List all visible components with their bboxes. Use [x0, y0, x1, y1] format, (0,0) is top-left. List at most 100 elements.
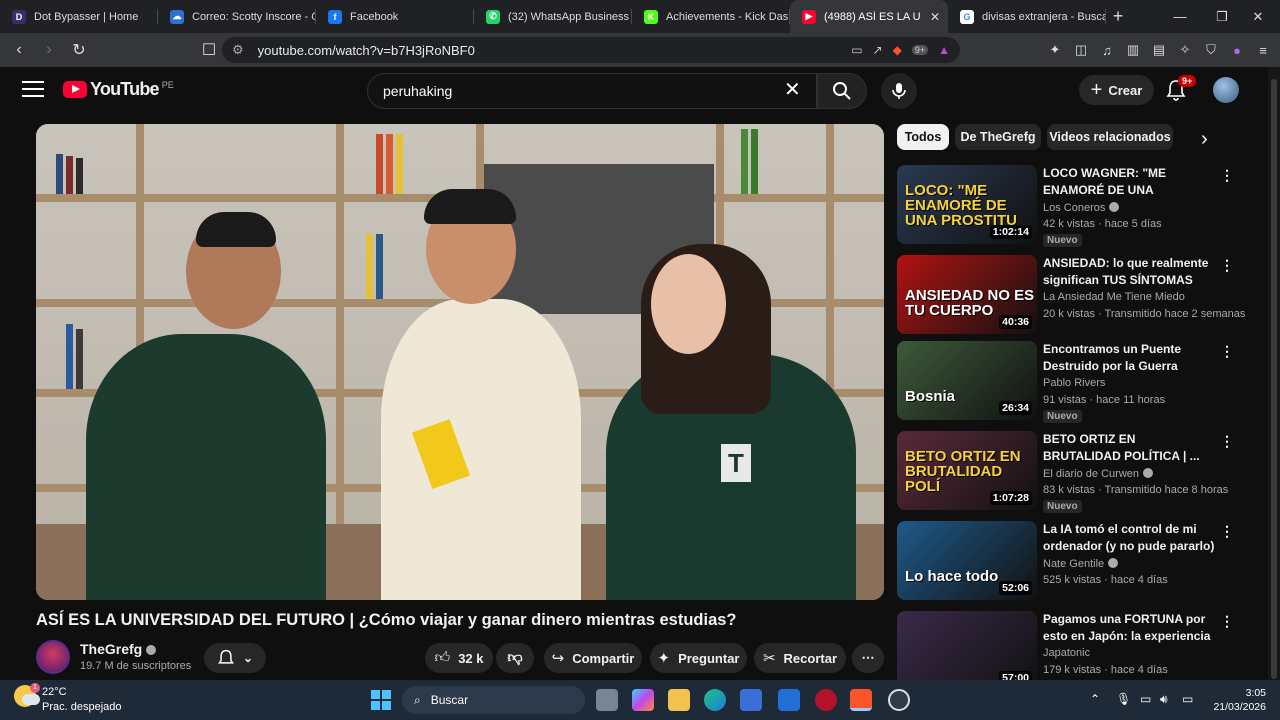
related-channel[interactable]: Pablo Rivers — [1043, 377, 1105, 389]
screenshot-icon[interactable]: ◫ — [1072, 42, 1090, 58]
wallet-icon[interactable]: ▤ — [1150, 42, 1168, 58]
rewards-icon[interactable]: ▲ — [938, 43, 950, 57]
brave-icon[interactable] — [850, 689, 872, 711]
chip-todos[interactable]: Todos — [897, 124, 949, 150]
more-vertical-icon[interactable]: ⋮ — [1220, 167, 1234, 184]
browser-tab[interactable]: ▶ (4988) ASÍ ES LA U ✕ — [790, 0, 948, 33]
more-vertical-icon[interactable]: ⋮ — [1220, 433, 1234, 450]
share-icon[interactable]: ↗ — [873, 43, 883, 57]
notifications-button[interactable]: 9+ — [1166, 75, 1197, 101]
video-thumbnail[interactable]: Lo hace todo 52:06 — [897, 521, 1037, 600]
account-avatar[interactable] — [1213, 77, 1239, 103]
related-video-title[interactable]: LOCO WAGNER: "ME ENAMORÉ DE UNA CARIÑOSA… — [1043, 165, 1215, 199]
related-video-item[interactable]: LOCO: "ME ENAMORÉ DE UNA PROSTITU 1:02:14… — [897, 165, 1235, 247]
browser-tab[interactable]: D Dot Bypasser | Home — [0, 0, 158, 33]
taskbar-clock[interactable]: 3:05 21/03/2026 — [1206, 686, 1266, 714]
related-video-title[interactable]: Encontramos un Puente Destruido por la G… — [1043, 341, 1215, 375]
page-scrollbar[interactable] — [1268, 67, 1280, 680]
media-icon[interactable]: ♫ — [1098, 43, 1116, 58]
related-video-item[interactable]: Bosnia 26:34 Encontramos un Puente Destrui… — [897, 341, 1235, 423]
related-video-item[interactable]: ANSIEDAD NO ES TU CUERPO 40:36 ANSIEDAD: l… — [897, 255, 1245, 337]
related-channel[interactable]: Japatonic — [1043, 647, 1090, 659]
tray-network-icon[interactable]: ▭ — [1140, 692, 1151, 706]
minimize-icon[interactable]: — — [1158, 0, 1202, 33]
more-vertical-icon[interactable]: ⋮ — [1220, 523, 1234, 540]
clip-button[interactable]: ✂ Recortar — [754, 643, 846, 673]
close-tab-icon[interactable]: ✕ — [930, 10, 940, 24]
browser-tab[interactable]: ✆ (32) WhatsApp Business — [474, 0, 632, 33]
video-thumbnail[interactable]: Bosnia 26:34 — [897, 341, 1037, 420]
brave-shield-icon[interactable]: ◆ — [893, 43, 902, 57]
browser-tab[interactable]: ☁ Correo: Scotty Inscore - O — [158, 0, 316, 33]
chip-videos-relacionados[interactable]: Videos relacionados — [1047, 124, 1173, 150]
voice-search-button[interactable] — [881, 73, 917, 109]
cast-icon[interactable]: ▭ — [851, 43, 862, 57]
store-icon[interactable] — [740, 689, 762, 711]
search-button[interactable] — [817, 73, 867, 109]
browser-tab[interactable]: Gdivisas extranjera - Buscar — [948, 0, 1106, 33]
scrollbar-thumb[interactable] — [1271, 79, 1277, 679]
edge-icon[interactable] — [704, 689, 726, 711]
outlook-icon[interactable] — [778, 689, 800, 711]
more-vertical-icon[interactable]: ⋮ — [1220, 343, 1234, 360]
ask-button[interactable]: ✦ Preguntar — [650, 643, 747, 673]
sidebar-icon[interactable]: ▥ — [1124, 42, 1142, 58]
share-button[interactable]: ↪ Compartir — [544, 643, 642, 673]
more-vertical-icon[interactable]: ⋮ — [1220, 257, 1234, 274]
subscription-bell-button[interactable]: ⌄ — [204, 643, 266, 673]
dislike-button[interactable]: 👎︎ — [496, 643, 534, 673]
create-button[interactable]: + Crear — [1079, 75, 1154, 105]
extensions-icon[interactable]: ✦ — [1046, 42, 1064, 58]
youtube-logo[interactable]: YouTube PE — [63, 79, 174, 100]
like-button[interactable]: 👍︎ 32 k — [425, 643, 493, 673]
tray-battery-icon[interactable]: ▭ — [1182, 692, 1193, 706]
chip-de-thegrefg[interactable]: De TheGrefg — [955, 124, 1041, 150]
tray-volume-icon[interactable]: 🔊︎ — [1160, 692, 1168, 707]
more-vertical-icon[interactable]: ⋮ — [1220, 613, 1234, 630]
video-thumbnail[interactable]: 57:00 — [897, 611, 1037, 690]
related-video-title[interactable]: Pagamos una FORTUNA por esto en Japón: l… — [1043, 611, 1215, 645]
back-icon[interactable]: ‹ — [6, 37, 32, 63]
profile-icon[interactable]: ● — [1228, 43, 1246, 58]
vpn-icon[interactable]: ⛉ — [1202, 42, 1220, 58]
related-video-item[interactable]: BETO ORTIZ EN BRUTALIDAD POLÍ 1:07:28 BETO… — [897, 431, 1235, 513]
address-bar[interactable]: ⚙ youtube.com/watch?v=b7H3jRoNBF0 ▭ ↗ ◆ … — [222, 37, 960, 63]
menu-icon[interactable] — [22, 81, 44, 99]
reload-icon[interactable]: ↻ — [66, 37, 92, 63]
channel-name[interactable]: TheGrefg — [80, 641, 157, 657]
site-info-icon[interactable]: ⚙ — [232, 42, 244, 58]
app-red-icon[interactable] — [815, 689, 837, 711]
new-tab-button[interactable]: + — [1106, 6, 1130, 27]
leo-icon[interactable]: ✧ — [1176, 42, 1194, 58]
related-channel[interactable]: Nate Gentile — [1043, 557, 1119, 570]
file-explorer-icon[interactable] — [668, 689, 690, 711]
tray-expand-icon[interactable]: ⌃ — [1090, 692, 1100, 706]
channel-avatar[interactable] — [36, 640, 70, 674]
chevron-right-icon[interactable]: › — [1201, 128, 1208, 151]
related-channel[interactable]: La Ansiedad Me Tiene Miedo — [1043, 291, 1185, 303]
close-window-icon[interactable]: ✕ — [1236, 0, 1280, 33]
copilot-icon[interactable] — [632, 689, 654, 711]
related-video-item[interactable]: Lo hace todo 52:06 La IA tomó el control d… — [897, 521, 1235, 603]
video-thumbnail[interactable]: ANSIEDAD NO ES TU CUERPO 40:36 — [897, 255, 1037, 334]
menu-icon[interactable]: ≡ — [1254, 43, 1272, 58]
app-gauge-icon[interactable] — [888, 689, 910, 711]
clear-search-icon[interactable]: ✕ — [784, 79, 801, 101]
related-video-title[interactable]: ANSIEDAD: lo que realmente significan TU… — [1043, 255, 1215, 289]
browser-tab[interactable]: f Facebook — [316, 0, 474, 33]
video-player[interactable]: T — [36, 124, 884, 600]
related-channel[interactable]: El diario de Curwen — [1043, 467, 1153, 480]
search-input[interactable]: peruhaking — [367, 73, 817, 109]
video-thumbnail[interactable]: BETO ORTIZ EN BRUTALIDAD POLÍ 1:07:28 — [897, 431, 1037, 510]
windows-start-icon[interactable] — [371, 690, 391, 710]
more-actions-button[interactable]: ⋯ — [852, 643, 884, 673]
taskbar-search[interactable]: ⌕ Buscar — [402, 686, 585, 714]
tray-mic-icon[interactable]: 🎙︎ — [1116, 692, 1131, 706]
related-video-title[interactable]: BETO ORTIZ EN BRUTALIDAD POLÍTICA | ... — [1043, 431, 1215, 465]
bookmark-icon[interactable]: ☐ — [196, 37, 222, 63]
forward-icon[interactable]: › — [36, 37, 62, 63]
related-channel[interactable]: Los Coneros — [1043, 201, 1120, 214]
task-view-icon[interactable] — [596, 689, 618, 711]
related-video-title[interactable]: La IA tomó el control de mi ordenador (y… — [1043, 521, 1215, 555]
browser-tab[interactable]: K Achievements - Kick Dashb — [632, 0, 790, 33]
